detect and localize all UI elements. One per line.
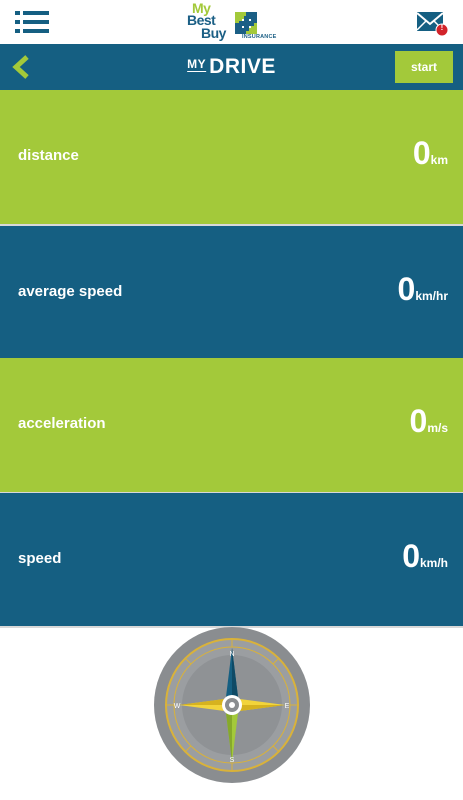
page-title: MY DRIVE (0, 44, 463, 90)
title-bar: MY DRIVE start (0, 44, 463, 90)
logo-line-buy: Buy (201, 25, 226, 41)
metric-unit: km/hr (415, 289, 448, 303)
compass-south-label: S (230, 757, 235, 764)
metric-unit: m/s (427, 421, 448, 435)
hamburger-menu-icon (15, 11, 49, 33)
metric-value: 0km/h (402, 538, 448, 575)
metric-panel-speed: speed 0km/h (0, 493, 463, 627)
logo-tagline: INSURANCE (242, 34, 277, 40)
compass-north-label: N (229, 651, 234, 658)
notification-badge: ! (440, 23, 444, 32)
messages-button[interactable]: ! (416, 9, 450, 37)
metric-number: 0 (397, 271, 416, 307)
metric-unit: km (430, 153, 448, 167)
metric-value: 0km (413, 135, 448, 172)
metric-label: distance (18, 147, 79, 164)
start-button[interactable]: start (395, 51, 453, 83)
metric-label: average speed (18, 283, 123, 300)
metric-panel-average-speed: average speed 0km/hr (0, 226, 463, 360)
metric-label: speed (18, 550, 62, 567)
compass-west-label: W (174, 703, 181, 710)
metric-number: 0 (412, 135, 431, 171)
metric-unit: km/h (419, 556, 448, 570)
metric-value: 0km/hr (398, 271, 448, 308)
metric-number: 0 (402, 538, 420, 574)
compass-east-label: E (285, 703, 290, 710)
metric-number: 0 (409, 403, 428, 439)
page-title-text: DRIVE (209, 55, 276, 78)
metric-label: acceleration (18, 415, 106, 432)
metric-panel-distance: distance 0km (0, 90, 463, 224)
compass-icon: N S W E (154, 627, 310, 783)
menu-button[interactable] (15, 8, 49, 36)
metric-value: 0m/s (410, 403, 448, 440)
brand-logo: My Best Buy INSURANCE (186, 0, 278, 44)
page-title-prefix: MY (187, 57, 207, 71)
compass-widget: N S W E (153, 626, 311, 784)
app-header: My Best Buy INSURANCE ! (0, 0, 463, 44)
metric-panel-acceleration: acceleration 0m/s (0, 358, 463, 492)
